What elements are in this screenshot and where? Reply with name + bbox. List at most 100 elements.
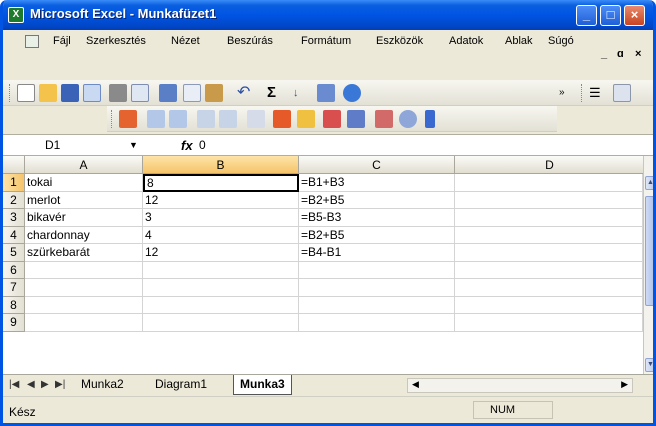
cell-c2[interactable]: =B2+B5 <box>299 191 455 209</box>
print-preview-icon[interactable] <box>131 84 149 102</box>
row-header[interactable]: 1 <box>3 174 25 192</box>
cell-d6[interactable] <box>455 261 643 279</box>
close-button[interactable]: × <box>624 5 645 26</box>
cell-a7[interactable] <box>25 279 143 297</box>
row-header[interactable]: 4 <box>3 226 25 244</box>
font-color-icon[interactable] <box>219 110 237 128</box>
menu-window[interactable]: Ablak <box>505 35 533 47</box>
scroll-left-icon[interactable]: ◀ <box>412 379 419 390</box>
chart-icon[interactable] <box>317 84 335 102</box>
prev-sheet-icon[interactable]: ◀ <box>27 379 35 390</box>
workbook-icon[interactable] <box>25 35 39 48</box>
cell-c8[interactable] <box>299 296 455 314</box>
next-sheet-icon[interactable]: ▶ <box>41 379 49 390</box>
help-icon[interactable] <box>343 84 361 102</box>
menu-file[interactable]: Fájl <box>53 35 71 47</box>
doc-close-button[interactable]: × <box>635 48 641 60</box>
name-box[interactable]: D1 <box>5 137 145 154</box>
align-center-icon[interactable]: ☰ <box>589 84 607 102</box>
chart-wizard-icon[interactable] <box>347 110 365 128</box>
new-icon[interactable] <box>17 84 35 102</box>
cell-c6[interactable] <box>299 261 455 279</box>
excel-app-icon[interactable]: X <box>8 7 24 23</box>
menu-edit[interactable]: Szerkesztés <box>86 35 146 47</box>
sort-ascending-icon[interactable]: ↓ <box>293 84 311 102</box>
cell-c9[interactable] <box>299 314 455 332</box>
cell-b1[interactable]: 8 <box>143 174 299 192</box>
cell-b6[interactable] <box>143 261 299 279</box>
cell-d3[interactable] <box>455 209 643 227</box>
cell-b9[interactable] <box>143 314 299 332</box>
insert-shape-icon[interactable] <box>273 110 291 128</box>
select-all-corner[interactable] <box>3 156 25 174</box>
save-icon[interactable] <box>61 84 79 102</box>
formatting-toolbar-grip[interactable] <box>581 84 584 102</box>
scroll-up-icon[interactable]: ▲ <box>645 176 653 190</box>
tab-munka2[interactable]: Munka2 <box>75 375 130 395</box>
cell-b3[interactable]: 3 <box>143 209 299 227</box>
cell-c7[interactable] <box>299 279 455 297</box>
cell-c4[interactable]: =B2+B5 <box>299 226 455 244</box>
column-header-c[interactable]: C <box>299 156 455 174</box>
drawing-toolbar-grip[interactable] <box>111 110 114 128</box>
cell-c3[interactable]: =B5-B3 <box>299 209 455 227</box>
borders-icon[interactable] <box>197 110 215 128</box>
cell-d9[interactable] <box>455 314 643 332</box>
cell-a2[interactable]: merlot <box>25 191 143 209</box>
chevron-down-icon[interactable]: ▼ <box>129 137 138 154</box>
cell-b2[interactable]: 12 <box>143 191 299 209</box>
menu-view[interactable]: Nézet <box>171 35 200 47</box>
cell-c1[interactable]: =B1+B3 <box>299 174 455 192</box>
cell-a3[interactable]: bikavér <box>25 209 143 227</box>
table-icon[interactable] <box>323 110 341 128</box>
title-bar[interactable]: X Microsoft Excel - Munkafüzet1 _ □ × <box>3 0 653 30</box>
row-header[interactable]: 7 <box>3 279 25 297</box>
column-header-a[interactable]: A <box>25 156 143 174</box>
toolbar-options-chevron-icon[interactable]: » <box>559 84 577 102</box>
menu-data[interactable]: Adatok <box>449 35 483 47</box>
cell-a9[interactable] <box>25 314 143 332</box>
last-sheet-icon[interactable]: ▶| <box>55 379 65 390</box>
search-icon[interactable] <box>399 110 417 128</box>
row-header[interactable]: 3 <box>3 209 25 227</box>
research-icon[interactable] <box>159 84 177 102</box>
zoom-icon[interactable] <box>375 110 393 128</box>
column-header-b[interactable]: B <box>143 156 299 174</box>
row-header[interactable]: 9 <box>3 314 25 332</box>
formula-input[interactable]: 0 <box>199 137 206 154</box>
cell-d4[interactable] <box>455 226 643 244</box>
cell-d8[interactable] <box>455 296 643 314</box>
outdent-icon[interactable] <box>169 110 187 128</box>
toolbar-options-icon[interactable] <box>425 110 435 128</box>
menu-insert[interactable]: Beszúrás <box>227 35 273 47</box>
doc-restore-button[interactable]: ɑ <box>617 48 624 60</box>
cell-a8[interactable] <box>25 296 143 314</box>
folder-icon[interactable] <box>297 110 315 128</box>
cell-c5[interactable]: =B4-B1 <box>299 244 455 262</box>
autosum-icon[interactable]: Σ <box>267 84 285 102</box>
cell-d5[interactable] <box>455 244 643 262</box>
cell-a5[interactable]: szürkebarát <box>25 244 143 262</box>
minimize-button[interactable]: _ <box>576 5 597 26</box>
maximize-button[interactable]: □ <box>600 5 621 26</box>
scroll-down-icon[interactable]: ▼ <box>645 358 653 372</box>
copy-icon[interactable] <box>183 84 201 102</box>
tab-munka3[interactable]: Munka3 <box>233 375 292 395</box>
cell-b4[interactable]: 4 <box>143 226 299 244</box>
cell-b5[interactable]: 12 <box>143 244 299 262</box>
column-header-d[interactable]: D <box>455 156 643 174</box>
toolbar-grip[interactable] <box>9 84 12 102</box>
first-sheet-icon[interactable]: |◀ <box>9 379 19 390</box>
open-icon[interactable] <box>39 84 57 102</box>
undo-icon[interactable]: ↶ <box>237 84 255 102</box>
cell-a6[interactable] <box>25 261 143 279</box>
cell-d7[interactable] <box>455 279 643 297</box>
cell-a1[interactable]: tokai <box>25 174 143 192</box>
cell-d2[interactable] <box>455 191 643 209</box>
row-header[interactable]: 2 <box>3 191 25 209</box>
row-header[interactable]: 8 <box>3 296 25 314</box>
doc-minimize-button[interactable]: _ <box>601 48 607 60</box>
vertical-scrollbar[interactable]: ▲ ▼ <box>643 156 653 374</box>
scrollbar-thumb[interactable] <box>645 196 653 306</box>
indent-icon[interactable] <box>147 110 165 128</box>
